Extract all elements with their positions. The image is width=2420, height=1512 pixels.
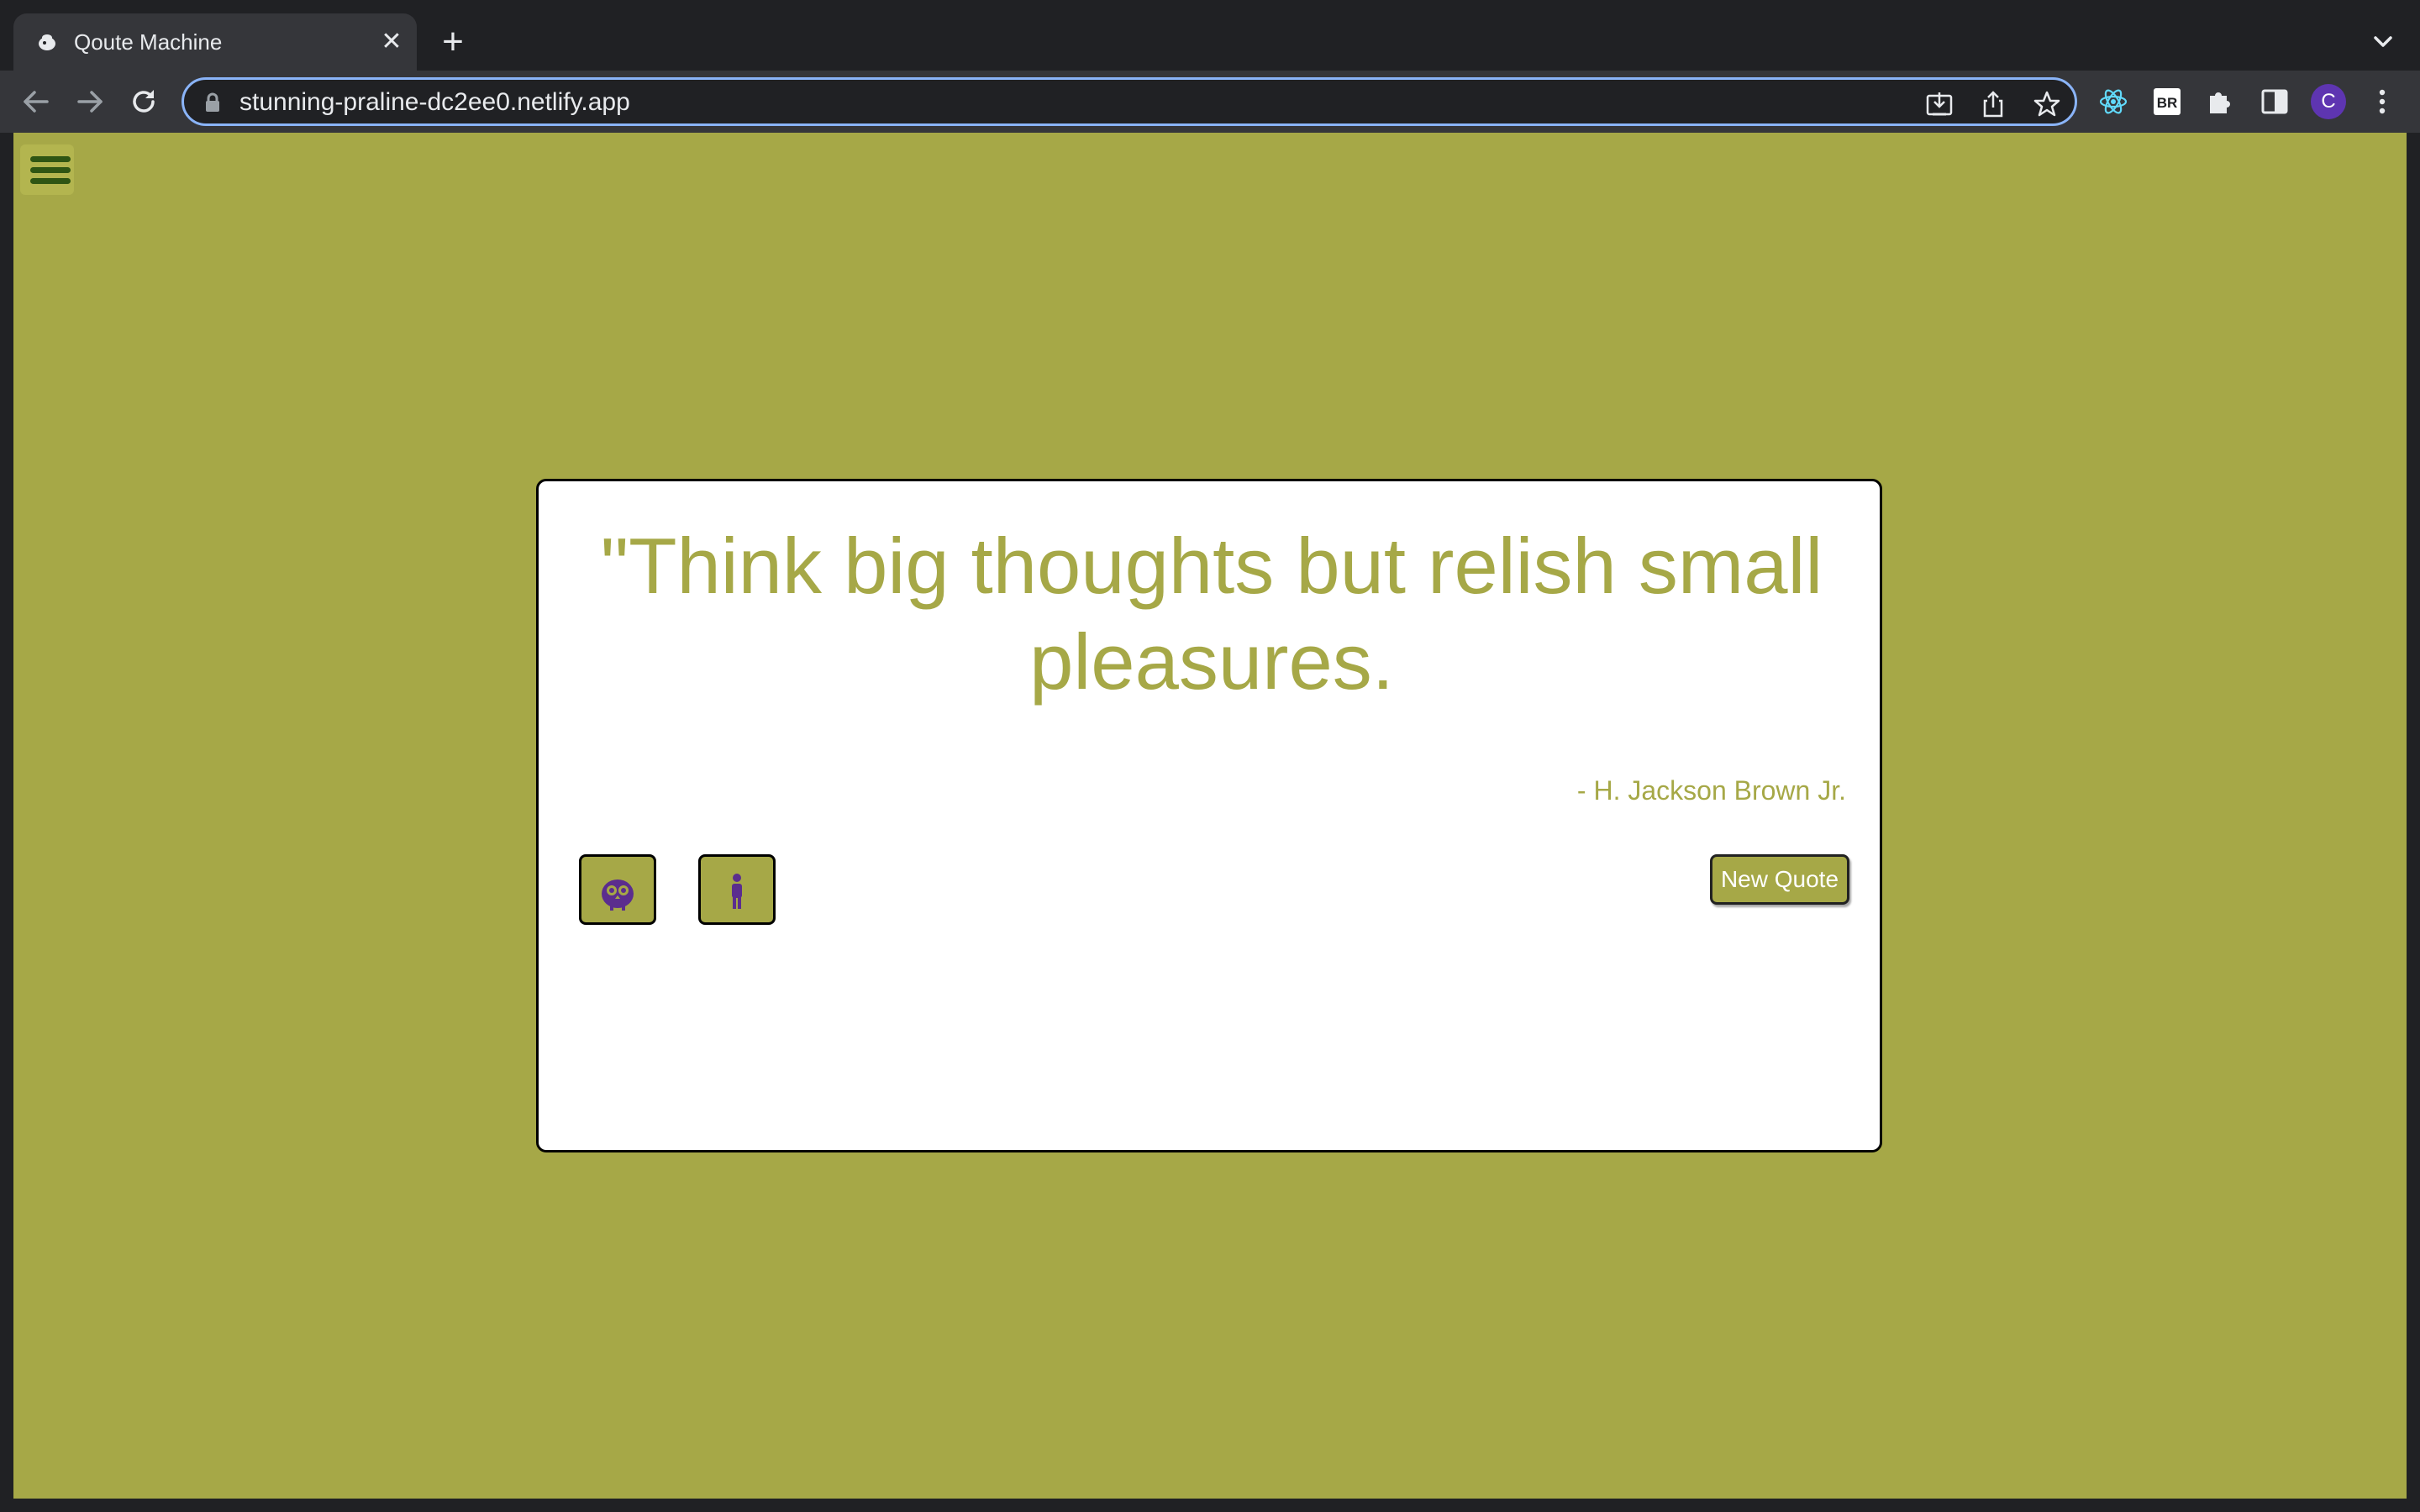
tab-strip: Qoute Machine ✕ + (0, 0, 2420, 71)
menu-kebab-icon[interactable] (2363, 82, 2402, 121)
browser-toolbar: stunning-praline-dc2ee0.netlify.app BR C (0, 71, 2420, 133)
active-tab[interactable]: Qoute Machine ✕ (13, 13, 417, 71)
page-viewport: "Think big thoughts but relish small ple… (13, 133, 2407, 1499)
svg-text:BR: BR (2157, 95, 2178, 111)
bookmark-star-icon[interactable] (2033, 90, 2061, 118)
install-icon[interactable] (1925, 90, 1954, 118)
reload-icon[interactable] (124, 82, 163, 121)
person-icon (732, 874, 742, 909)
new-tab-button[interactable]: + (434, 24, 472, 62)
quote-author: - H. Jackson Brown Jr. (1576, 775, 1846, 806)
favicon-icon (35, 30, 59, 54)
lock-icon[interactable] (204, 92, 221, 113)
profile-avatar[interactable]: C (2311, 84, 2346, 119)
side-panel-icon[interactable] (2255, 82, 2294, 121)
tab-close-icon[interactable]: ✕ (376, 27, 407, 57)
url-text[interactable]: stunning-praline-dc2ee0.netlify.app (239, 88, 630, 117)
forward-icon[interactable] (71, 82, 109, 121)
tumblr-owl-icon (602, 879, 634, 911)
quote-text: "Think big thoughts but relish small ple… (600, 522, 1823, 706)
react-devtools-icon[interactable] (2094, 82, 2133, 121)
person-share-button[interactable] (698, 854, 776, 925)
quote-box: "Think big thoughts but relish small ple… (536, 479, 1882, 1152)
tumblr-share-button[interactable] (579, 854, 656, 925)
back-icon[interactable] (17, 82, 55, 121)
tab-title: Qoute Machine (74, 29, 223, 55)
address-bar[interactable]: stunning-praline-dc2ee0.netlify.app (182, 77, 2077, 126)
share-icon[interactable] (1979, 90, 2007, 118)
br-extension-icon[interactable]: BR (2148, 82, 2186, 121)
browser-chrome: Qoute Machine ✕ + stunning-praline-dc2ee… (0, 0, 2420, 133)
tab-dropdown-icon[interactable] (2366, 27, 2400, 57)
hamburger-menu-icon[interactable] (20, 144, 74, 195)
extensions-puzzle-icon[interactable] (2202, 82, 2240, 121)
new-quote-button[interactable]: New Quote (1710, 854, 1849, 905)
